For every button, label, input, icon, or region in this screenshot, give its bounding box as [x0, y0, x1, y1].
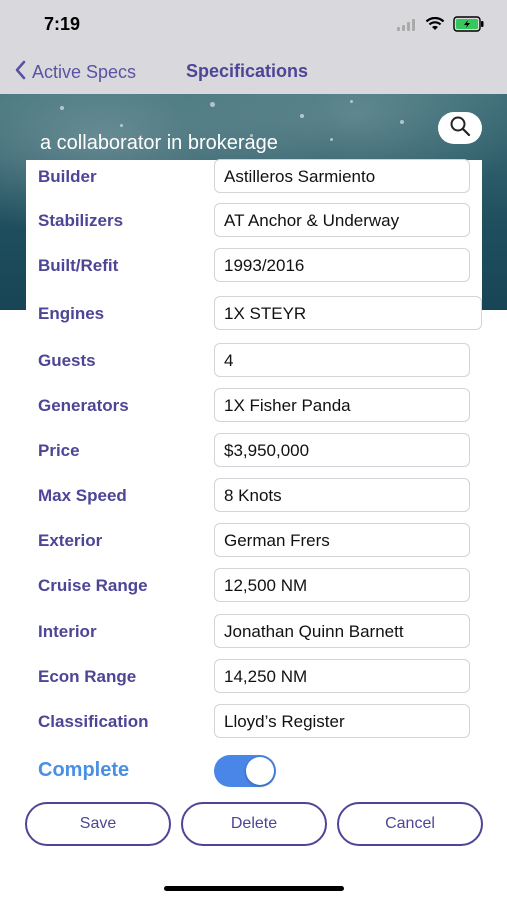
- spec-label: Engines: [38, 304, 105, 323]
- exterior-field[interactable]: German Frers: [214, 523, 470, 557]
- spec-row-cruise-range: Cruise Range 12,500 NM: [0, 568, 507, 604]
- toggle-knob: [246, 757, 274, 785]
- spec-row-exterior: Exterior German Frers: [0, 523, 507, 559]
- home-indicator[interactable]: [164, 886, 344, 891]
- search-button[interactable]: [438, 112, 482, 144]
- spec-label: Built/Refit: [38, 256, 119, 275]
- water-bubble: [60, 106, 64, 110]
- complete-toggle[interactable]: [214, 755, 276, 787]
- spec-row-econ-range: Econ Range 14,250 NM: [0, 659, 507, 695]
- save-button[interactable]: Save: [25, 802, 171, 846]
- spec-row-guests: Guests 4: [0, 343, 507, 379]
- price-field[interactable]: $3,950,000: [214, 433, 470, 467]
- spec-label: Classification: [38, 712, 149, 731]
- back-button[interactable]: Active Specs: [14, 60, 136, 85]
- complete-label: Complete: [38, 759, 130, 781]
- spec-label: Cruise Range: [38, 576, 148, 595]
- spec-row-built-refit: Built/Refit 1993/2016: [0, 248, 507, 284]
- built-refit-field[interactable]: 1993/2016: [214, 248, 470, 282]
- spec-row-engines: Engines 1X STEYR: [0, 296, 507, 332]
- battery-icon: [453, 16, 485, 37]
- spec-label: Exterior: [38, 531, 103, 550]
- banner-tagline: a collaborator in brokerage: [40, 132, 278, 154]
- engines-field[interactable]: 1X STEYR: [214, 296, 482, 330]
- spec-row-generators: Generators 1X Fisher Panda: [0, 388, 507, 424]
- status-time: 7:19: [44, 14, 81, 34]
- max-speed-field[interactable]: 8 Knots: [214, 478, 470, 512]
- spec-label: Guests: [38, 351, 96, 370]
- back-label: Active Specs: [32, 62, 137, 82]
- status-icons: [397, 16, 485, 37]
- status-bar: 7:19: [0, 0, 507, 50]
- generators-field[interactable]: 1X Fisher Panda: [214, 388, 470, 422]
- cancel-button[interactable]: Cancel: [337, 802, 483, 846]
- water-bubble: [300, 114, 304, 118]
- spec-label: Generators: [38, 396, 129, 415]
- wifi-icon: [425, 16, 445, 36]
- guests-field[interactable]: 4: [214, 343, 470, 377]
- interior-field[interactable]: Jonathan Quinn Barnett: [214, 614, 470, 648]
- water-bubble: [210, 102, 215, 107]
- water-bubble: [400, 120, 404, 124]
- page-title: Specifications: [186, 61, 309, 81]
- delete-button[interactable]: Delete: [181, 802, 327, 846]
- complete-row: Complete: [0, 752, 507, 788]
- spec-row-interior: Interior Jonathan Quinn Barnett: [0, 614, 507, 650]
- classification-field[interactable]: Lloyd’s Register: [214, 704, 470, 738]
- spec-label: Max Speed: [38, 486, 127, 505]
- spec-row-max-speed: Max Speed 8 Knots: [0, 478, 507, 514]
- water-bubble: [350, 100, 353, 103]
- water-bubble: [120, 124, 123, 127]
- stabilizers-field[interactable]: AT Anchor & Underway: [214, 203, 470, 237]
- cruise-range-field[interactable]: 12,500 NM: [214, 568, 470, 602]
- spec-row-classification: Classification Lloyd’s Register: [0, 704, 507, 740]
- spec-label: Econ Range: [38, 667, 137, 686]
- spec-row-stabilizers: Stabilizers AT Anchor & Underway: [0, 203, 507, 239]
- water-bubble: [330, 138, 333, 141]
- signal-icon: [397, 18, 417, 36]
- builder-field[interactable]: Astilleros Sarmiento: [214, 159, 470, 193]
- econ-range-field[interactable]: 14,250 NM: [214, 659, 470, 693]
- spec-label: Stabilizers: [38, 211, 124, 230]
- spec-label: Interior: [38, 622, 97, 641]
- chevron-left-icon: [14, 60, 26, 85]
- spec-label: Price: [38, 441, 80, 460]
- search-icon: [449, 115, 471, 142]
- spec-row-price: Price $3,950,000: [0, 433, 507, 469]
- navigation-bar: Active Specs Specifications: [0, 50, 507, 94]
- spec-label: Builder: [38, 167, 97, 186]
- spec-row-builder: Builder Astilleros Sarmiento: [0, 159, 507, 195]
